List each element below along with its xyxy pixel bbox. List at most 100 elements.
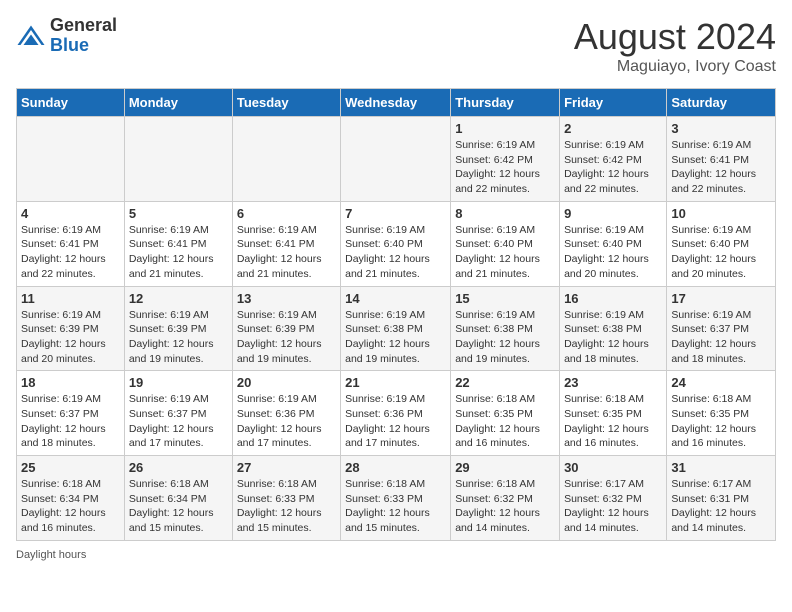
calendar-cell: 28 Sunrise: 6:18 AMSunset: 6:33 PMDayligh… [341, 456, 451, 541]
logo: General Blue [16, 16, 117, 56]
cell-info: Sunrise: 6:18 AMSunset: 6:34 PMDaylight:… [129, 477, 228, 536]
calendar-cell: 5 Sunrise: 6:19 AMSunset: 6:41 PMDaylight… [124, 201, 232, 286]
cell-date: 27 [237, 460, 336, 475]
cell-info: Sunrise: 6:19 AMSunset: 6:38 PMDaylight:… [564, 308, 662, 367]
calendar-cell: 29 Sunrise: 6:18 AMSunset: 6:32 PMDayligh… [451, 456, 560, 541]
cell-date: 7 [345, 206, 446, 221]
weekday-header-row: SundayMondayTuesdayWednesdayThursdayFrid… [17, 89, 776, 117]
cell-info: Sunrise: 6:19 AMSunset: 6:39 PMDaylight:… [129, 308, 228, 367]
calendar-cell: 6 Sunrise: 6:19 AMSunset: 6:41 PMDaylight… [232, 201, 340, 286]
cell-info: Sunrise: 6:19 AMSunset: 6:41 PMDaylight:… [671, 138, 771, 197]
cell-info: Sunrise: 6:19 AMSunset: 6:41 PMDaylight:… [21, 223, 120, 282]
cell-info: Sunrise: 6:17 AMSunset: 6:31 PMDaylight:… [671, 477, 771, 536]
cell-info: Sunrise: 6:19 AMSunset: 6:37 PMDaylight:… [129, 392, 228, 451]
cell-date: 4 [21, 206, 120, 221]
cell-date: 2 [564, 121, 662, 136]
cell-info: Sunrise: 6:19 AMSunset: 6:38 PMDaylight:… [345, 308, 446, 367]
calendar-cell: 30Sunrise: 6:17 AMSunset: 6:32 PMDayligh… [560, 456, 667, 541]
calendar-cell: 12 Sunrise: 6:19 AMSunset: 6:39 PMDayligh… [124, 286, 232, 371]
calendar-cell: 10 Sunrise: 6:19 AMSunset: 6:40 PMDayligh… [667, 201, 776, 286]
calendar-cell: 22Sunrise: 6:18 AMSunset: 6:35 PMDayligh… [451, 371, 560, 456]
calendar-cell: 4 Sunrise: 6:19 AMSunset: 6:41 PMDaylight… [17, 201, 125, 286]
cell-date: 19 [129, 375, 228, 390]
cell-info: Sunrise: 6:19 AMSunset: 6:41 PMDaylight:… [237, 223, 336, 282]
cell-info: Sunrise: 6:19 AMSunset: 6:41 PMDaylight:… [129, 223, 228, 282]
calendar-cell: 17 Sunrise: 6:19 AMSunset: 6:37 PMDayligh… [667, 286, 776, 371]
calendar-cell: 16 Sunrise: 6:19 AMSunset: 6:38 PMDayligh… [560, 286, 667, 371]
cell-date: 25 [21, 460, 120, 475]
cell-date: 11 [21, 291, 120, 306]
calendar-cell: 27Sunrise: 6:18 AMSunset: 6:33 PMDayligh… [232, 456, 340, 541]
calendar-cell: 9 Sunrise: 6:19 AMSunset: 6:40 PMDaylight… [560, 201, 667, 286]
weekday-header-tuesday: Tuesday [232, 89, 340, 117]
weekday-header-saturday: Saturday [667, 89, 776, 117]
cell-date: 10 [671, 206, 771, 221]
cell-info: Sunrise: 6:19 AMSunset: 6:36 PMDaylight:… [345, 392, 446, 451]
cell-date: 8 [455, 206, 555, 221]
cell-info: Sunrise: 6:18 AMSunset: 6:35 PMDaylight:… [671, 392, 771, 451]
calendar-week-2: 4 Sunrise: 6:19 AMSunset: 6:41 PMDaylight… [17, 201, 776, 286]
cell-info: Sunrise: 6:19 AMSunset: 6:40 PMDaylight:… [671, 223, 771, 282]
calendar-cell: 13Sunrise: 6:19 AMSunset: 6:39 PMDayligh… [232, 286, 340, 371]
cell-info: Sunrise: 6:18 AMSunset: 6:34 PMDaylight:… [21, 477, 120, 536]
cell-date: 12 [129, 291, 228, 306]
calendar-cell: 11 Sunrise: 6:19 AMSunset: 6:39 PMDayligh… [17, 286, 125, 371]
cell-date: 20 [237, 375, 336, 390]
calendar-week-1: 1Sunrise: 6:19 AMSunset: 6:42 PMDaylight… [17, 117, 776, 202]
cell-info: Sunrise: 6:19 AMSunset: 6:40 PMDaylight:… [455, 223, 555, 282]
cell-date: 23 [564, 375, 662, 390]
weekday-header-friday: Friday [560, 89, 667, 117]
calendar-cell: 23 Sunrise: 6:18 AMSunset: 6:35 PMDayligh… [560, 371, 667, 456]
cell-info: Sunrise: 6:18 AMSunset: 6:33 PMDaylight:… [345, 477, 446, 536]
cell-date: 3 [671, 121, 771, 136]
weekday-header-thursday: Thursday [451, 89, 560, 117]
cell-info: Sunrise: 6:19 AMSunset: 6:39 PMDaylight:… [21, 308, 120, 367]
page-title: August 2024 [574, 16, 776, 58]
cell-info: Sunrise: 6:19 AMSunset: 6:37 PMDaylight:… [21, 392, 120, 451]
calendar-week-4: 18Sunrise: 6:19 AMSunset: 6:37 PMDayligh… [17, 371, 776, 456]
cell-info: Sunrise: 6:19 AMSunset: 6:40 PMDaylight:… [345, 223, 446, 282]
cell-date: 6 [237, 206, 336, 221]
page-subtitle: Maguiayo, Ivory Coast [574, 58, 776, 76]
weekday-header-wednesday: Wednesday [341, 89, 451, 117]
calendar-cell: 14Sunrise: 6:19 AMSunset: 6:38 PMDayligh… [341, 286, 451, 371]
footer: Daylight hours [16, 549, 776, 561]
calendar-cell: 15Sunrise: 6:19 AMSunset: 6:38 PMDayligh… [451, 286, 560, 371]
logo-text: General Blue [50, 16, 117, 56]
weekday-header-monday: Monday [124, 89, 232, 117]
cell-date: 17 [671, 291, 771, 306]
calendar-week-3: 11 Sunrise: 6:19 AMSunset: 6:39 PMDayligh… [17, 286, 776, 371]
cell-date: 24 [671, 375, 771, 390]
calendar-cell: 25 Sunrise: 6:18 AMSunset: 6:34 PMDayligh… [17, 456, 125, 541]
calendar-cell: 31Sunrise: 6:17 AMSunset: 6:31 PMDayligh… [667, 456, 776, 541]
cell-date: 29 [455, 460, 555, 475]
calendar-cell: 18Sunrise: 6:19 AMSunset: 6:37 PMDayligh… [17, 371, 125, 456]
cell-date: 16 [564, 291, 662, 306]
cell-info: Sunrise: 6:18 AMSunset: 6:32 PMDaylight:… [455, 477, 555, 536]
cell-info: Sunrise: 6:19 AMSunset: 6:42 PMDaylight:… [455, 138, 555, 197]
cell-info: Sunrise: 6:18 AMSunset: 6:35 PMDaylight:… [455, 392, 555, 451]
cell-info: Sunrise: 6:19 AMSunset: 6:38 PMDaylight:… [455, 308, 555, 367]
cell-info: Sunrise: 6:17 AMSunset: 6:32 PMDaylight:… [564, 477, 662, 536]
calendar-cell [124, 117, 232, 202]
calendar-cell: 26Sunrise: 6:18 AMSunset: 6:34 PMDayligh… [124, 456, 232, 541]
calendar-cell: 8 Sunrise: 6:19 AMSunset: 6:40 PMDaylight… [451, 201, 560, 286]
calendar-cell: 3 Sunrise: 6:19 AMSunset: 6:41 PMDaylight… [667, 117, 776, 202]
calendar-table: SundayMondayTuesdayWednesdayThursdayFrid… [16, 88, 776, 541]
cell-info: Sunrise: 6:18 AMSunset: 6:35 PMDaylight:… [564, 392, 662, 451]
cell-info: Sunrise: 6:19 AMSunset: 6:42 PMDaylight:… [564, 138, 662, 197]
calendar-cell: 20Sunrise: 6:19 AMSunset: 6:36 PMDayligh… [232, 371, 340, 456]
cell-date: 9 [564, 206, 662, 221]
calendar-cell: 19 Sunrise: 6:19 AMSunset: 6:37 PMDayligh… [124, 371, 232, 456]
calendar-cell [341, 117, 451, 202]
weekday-header-sunday: Sunday [17, 89, 125, 117]
cell-date: 5 [129, 206, 228, 221]
logo-icon [16, 24, 46, 48]
calendar-cell: 2 Sunrise: 6:19 AMSunset: 6:42 PMDaylight… [560, 117, 667, 202]
cell-info: Sunrise: 6:19 AMSunset: 6:37 PMDaylight:… [671, 308, 771, 367]
cell-date: 21 [345, 375, 446, 390]
cell-date: 13 [237, 291, 336, 306]
cell-date: 28 [345, 460, 446, 475]
footer-label: Daylight hours [16, 549, 86, 561]
cell-info: Sunrise: 6:19 AMSunset: 6:40 PMDaylight:… [564, 223, 662, 282]
